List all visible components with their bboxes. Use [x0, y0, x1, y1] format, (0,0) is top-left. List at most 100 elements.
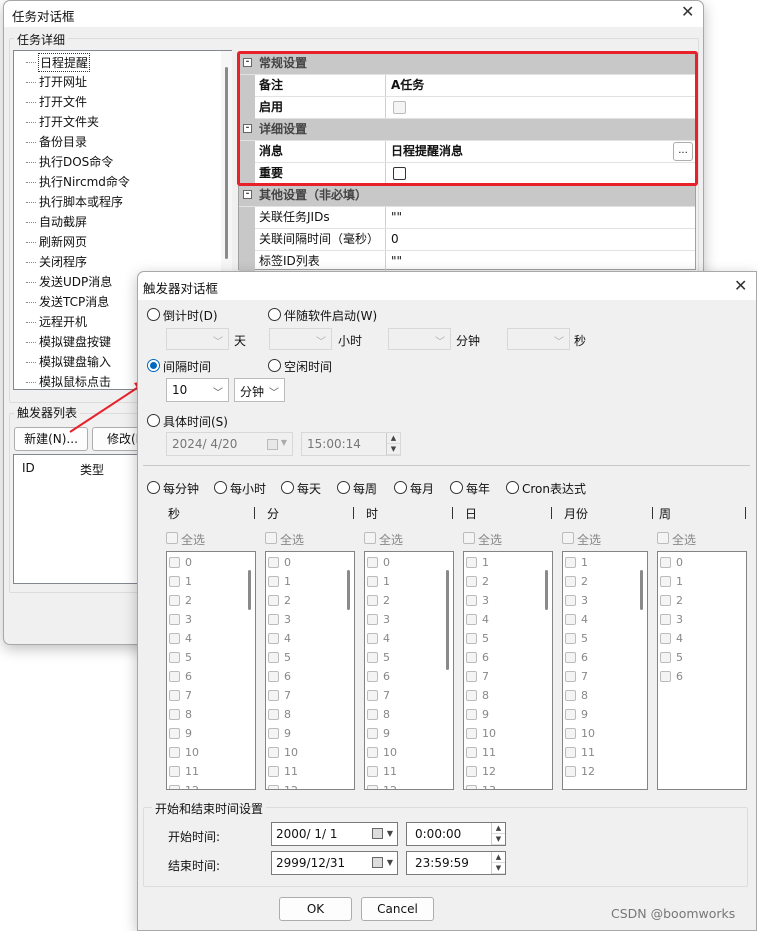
property-row[interactable]: 关联间隔时间（毫秒） 0: [239, 229, 695, 251]
cancel-button[interactable]: Cancel: [361, 897, 434, 921]
select-all-label: 全选: [280, 533, 305, 547]
select-all-label: 全选: [672, 533, 697, 547]
end-date-value: 2999/12/31: [276, 856, 346, 870]
schedule-mode-label: Cron表达式: [522, 482, 586, 496]
column-separator: [353, 507, 354, 519]
task-dialog-title: 任务对话框: [12, 9, 75, 24]
calendar-icon: [372, 828, 383, 839]
schedule-mode-label: 每周: [353, 482, 378, 496]
schedule-mode-radio[interactable]: [506, 481, 519, 494]
select-all-checkbox[interactable]: 全选: [657, 531, 737, 547]
select-all-checkbox[interactable]: 全选: [364, 531, 444, 547]
column-header: 分: [267, 507, 280, 521]
time-range-group: [143, 807, 748, 887]
close-icon[interactable]: ✕: [734, 276, 747, 295]
property-row[interactable]: 关联任务JIDs "": [239, 207, 695, 229]
interval-unit-select[interactable]: 分钟 ﹀: [234, 378, 285, 402]
schedule-mode-label: 每年: [466, 482, 491, 496]
specific-time-value: 15:00:14: [307, 437, 361, 451]
countdown-days-select[interactable]: ﹀: [166, 328, 229, 350]
tree-item-label: 关闭程序: [39, 255, 88, 269]
checklist-scrollbar[interactable]: [545, 570, 548, 610]
interval-unit: 分钟: [240, 385, 265, 399]
specific-time-radio[interactable]: [147, 414, 160, 427]
column-checklist[interactable]: 1 2 3 4 5 6 7 8 9 10 11 12: [562, 551, 648, 790]
property-row[interactable]: 标签ID列表 "": [239, 251, 695, 273]
close-icon[interactable]: ✕: [681, 2, 694, 21]
specific-date-picker[interactable]: 2024/ 4/20 ▼: [166, 432, 293, 456]
schedule-mode-label: 每天: [297, 482, 322, 496]
property-category[interactable]: - 其他设置（非必填）: [239, 185, 695, 207]
startup-radio[interactable]: [268, 308, 281, 321]
select-all-label: 全选: [379, 533, 404, 547]
specific-date-value: 2024/ 4/20: [172, 437, 238, 451]
trigger-list-column-type: 类型: [80, 463, 105, 477]
idle-radio[interactable]: [268, 359, 281, 372]
schedule-mode-radio[interactable]: [450, 481, 463, 494]
column-separator: [254, 507, 255, 519]
schedule-mode-radio[interactable]: [281, 481, 294, 494]
select-all-checkbox[interactable]: 全选: [463, 531, 543, 547]
schedule-mode-radio[interactable]: [337, 481, 350, 494]
checklist-scrollbar[interactable]: [446, 570, 449, 670]
schedule-mode-radio[interactable]: [147, 481, 160, 494]
column-checklist[interactable]: 12345678910111213: [463, 551, 553, 790]
schedule-mode-radio[interactable]: [394, 481, 407, 494]
interval-label: 间隔时间: [163, 360, 212, 374]
countdown-label: 倒计时(D): [163, 309, 218, 323]
column-checklist[interactable]: 0123456789101112: [364, 551, 454, 790]
countdown-minutes-select[interactable]: ﹀: [388, 328, 451, 350]
time-range-label: 开始和结束时间设置: [152, 800, 267, 817]
property-value[interactable]: 0: [387, 229, 695, 250]
start-date-picker[interactable]: 2000/ 1/ 1 ▼: [271, 822, 398, 846]
select-all-label: 全选: [181, 533, 206, 547]
tree-item-label: 日程提醒: [38, 53, 91, 72]
tree-item-label: 发送UDP消息: [39, 275, 113, 289]
end-time-value: 23:59:59: [415, 856, 469, 870]
tree-item-label: 刷新网页: [39, 235, 88, 249]
end-time-picker[interactable]: 23:59:59 ▲ ▼: [406, 851, 506, 875]
checklist-scrollbar[interactable]: [347, 570, 350, 610]
select-all-checkbox[interactable]: 全选: [265, 531, 345, 547]
calendar-icon: [267, 439, 278, 450]
tree-item-label: 打开网址: [39, 75, 88, 89]
schedule-mode-label: 每分钟: [163, 482, 200, 496]
checklist-scrollbar[interactable]: [248, 570, 251, 610]
minutes-unit-label: 分钟: [456, 334, 481, 348]
start-time-value: 0:00:00: [415, 827, 462, 841]
highlight-box: [237, 51, 698, 186]
column-checklist[interactable]: 0123456789101112: [265, 551, 355, 790]
end-date-picker[interactable]: 2999/12/31 ▼: [271, 851, 398, 875]
schedule-mode-radio[interactable]: [214, 481, 227, 494]
countdown-seconds-select[interactable]: ﹀: [507, 328, 570, 350]
property-value[interactable]: "": [387, 207, 695, 228]
column-checklist[interactable]: 0123456789101112: [166, 551, 256, 790]
seconds-unit-label: 秒: [574, 334, 587, 348]
select-all-checkbox[interactable]: 全选: [562, 531, 642, 547]
column-header: 时: [366, 507, 379, 521]
tree-item-label: 执行DOS命令: [39, 155, 114, 169]
schedule-mode-label: 每月: [410, 482, 435, 496]
task-dialog-titlebar: 任务对话框 ✕: [4, 1, 703, 27]
trigger-list[interactable]: ID 类型: [13, 454, 143, 584]
collapse-icon[interactable]: -: [243, 190, 252, 199]
countdown-radio[interactable]: [147, 308, 160, 321]
interval-radio[interactable]: [147, 359, 160, 372]
select-all-checkbox[interactable]: 全选: [166, 531, 246, 547]
specific-time-picker[interactable]: 15:00:14 ▲ ▼: [301, 432, 401, 456]
property-name: 关联任务JIDs: [255, 207, 386, 228]
specific-time-label: 具体时间(S): [163, 415, 228, 429]
column-checklist[interactable]: 0123456: [657, 551, 747, 790]
property-value[interactable]: "": [387, 251, 695, 272]
countdown-hours-select[interactable]: ﹀: [269, 328, 332, 350]
interval-value-select[interactable]: 10 ﹀: [166, 378, 229, 402]
ok-button[interactable]: OK: [279, 897, 352, 921]
column-header: 月份: [564, 507, 589, 521]
tree-item-label: 打开文件: [39, 95, 88, 109]
watermark: CSDN @boomworks: [611, 906, 736, 921]
idle-label: 空闲时间: [284, 360, 333, 374]
start-time-picker[interactable]: 0:00:00 ▲ ▼: [406, 822, 506, 846]
trigger-dialog: 触发器对话框 ✕ 倒计时(D) 伴随软件启动(W) ﹀ 天 ﹀ 小时 ﹀ 分钟 …: [137, 271, 757, 931]
trigger-dialog-title: 触发器对话框: [143, 281, 219, 296]
checklist-scrollbar[interactable]: [640, 570, 643, 610]
